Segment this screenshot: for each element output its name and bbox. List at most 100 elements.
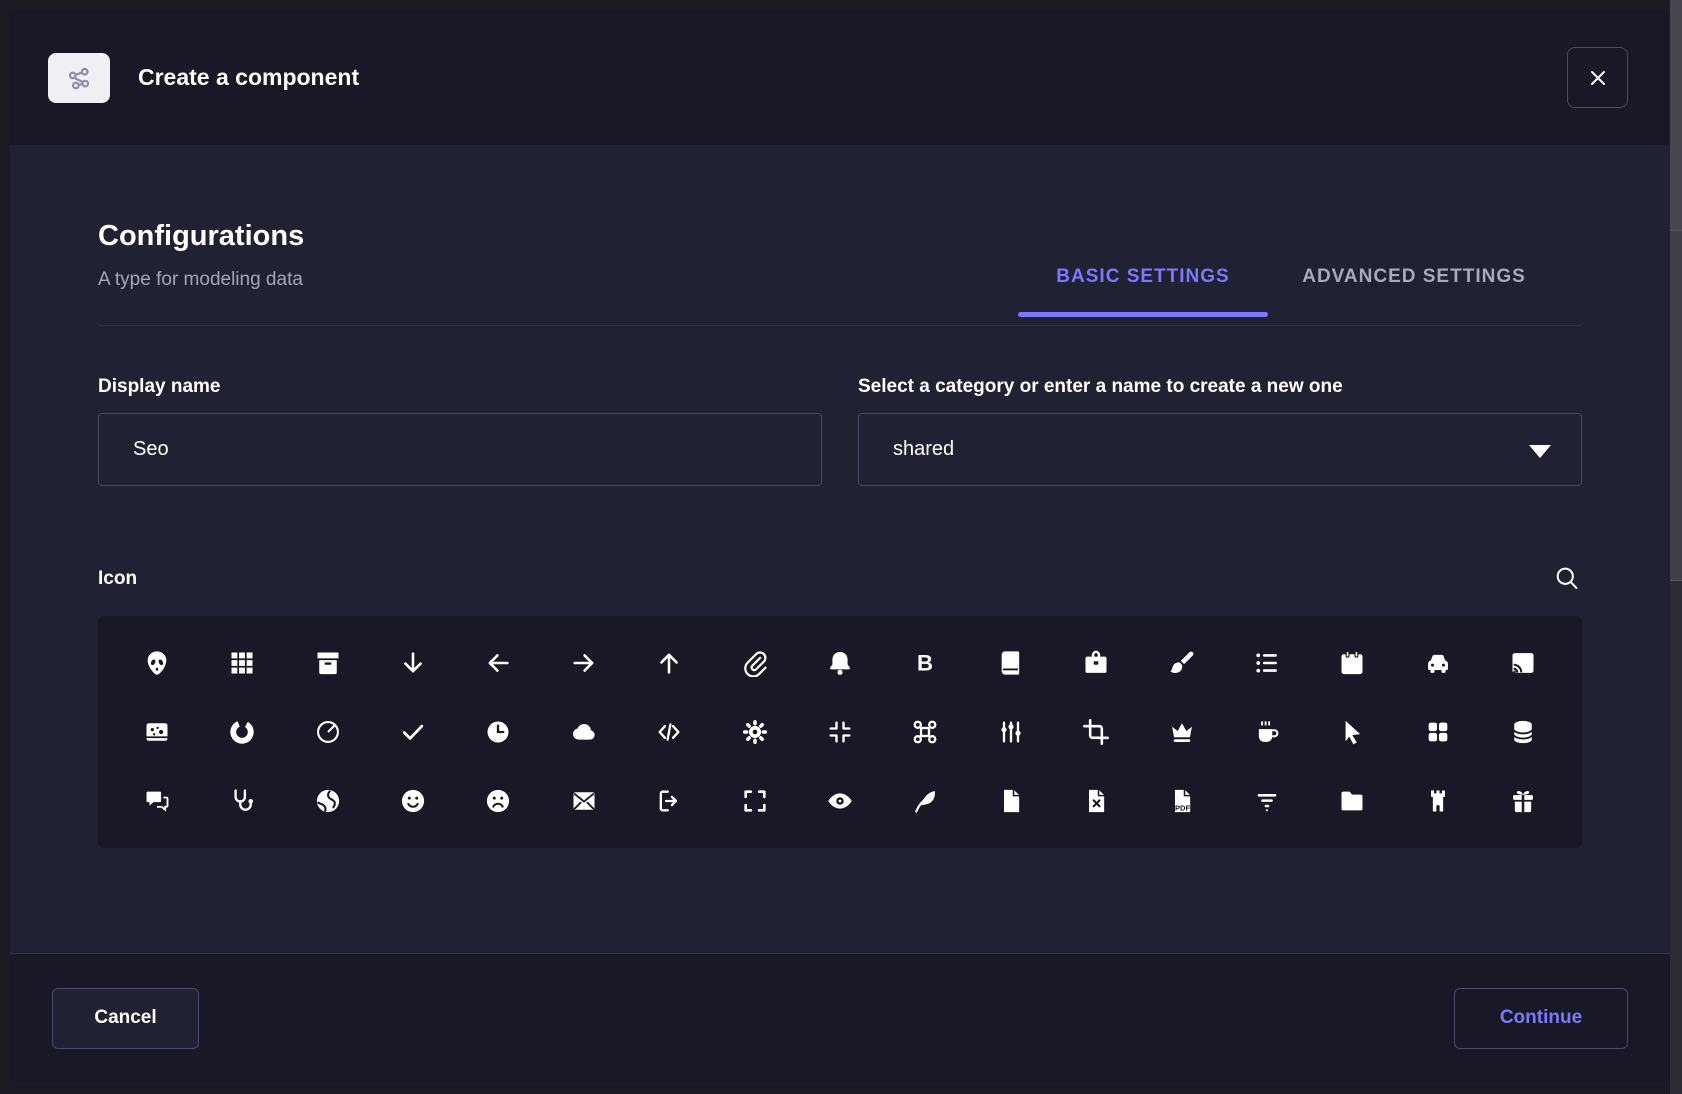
icon-option-cup[interactable]	[1245, 710, 1289, 754]
icon-option-arrow-left[interactable]	[476, 641, 520, 685]
icon-option-command[interactable]	[903, 710, 947, 754]
icon-option-arrow-up[interactable]	[647, 641, 691, 685]
crop-icon	[1082, 718, 1110, 746]
icon-option-file[interactable]	[989, 779, 1033, 823]
icon-option-calendar[interactable]	[1330, 641, 1374, 685]
icon-option-emotion-happy[interactable]	[391, 779, 435, 823]
icon-option-earth[interactable]	[306, 779, 350, 823]
discuss-icon	[143, 787, 171, 815]
file-error-icon	[1082, 787, 1110, 815]
icon-option-gift[interactable]	[1501, 779, 1545, 823]
crown-icon	[1168, 718, 1196, 746]
icon-option-attachment[interactable]	[733, 641, 777, 685]
modal-header: Create a component	[10, 10, 1670, 145]
tab-basic-settings[interactable]: BASIC SETTINGS	[1018, 266, 1268, 317]
component-icon	[64, 63, 94, 93]
icon-option-car[interactable]	[1416, 641, 1460, 685]
icon-option-cog[interactable]	[733, 710, 777, 754]
cog-icon	[741, 718, 769, 746]
icon-option-feather[interactable]	[903, 779, 947, 823]
icon-option-cloud[interactable]	[562, 710, 606, 754]
icon-option-emotion-unhappy[interactable]	[476, 779, 520, 823]
arrow-left-icon	[484, 649, 512, 677]
icon-option-file-error[interactable]	[1074, 779, 1118, 823]
form: Display name Select a category or enter …	[98, 376, 1582, 486]
icon-option-bullet-list[interactable]	[1245, 641, 1289, 685]
cancel-button[interactable]: Cancel	[52, 988, 199, 1049]
icon-option-book[interactable]	[989, 641, 1033, 685]
icon-option-chart-circle[interactable]	[220, 710, 264, 754]
icon-option-envelop[interactable]	[562, 779, 606, 823]
page-title: Configurations	[98, 218, 1582, 254]
dashboard-icon	[1424, 718, 1452, 746]
icon-option-bold[interactable]: B	[903, 641, 947, 685]
cloud-icon	[570, 718, 598, 746]
icon-option-filter[interactable]	[1245, 779, 1289, 823]
category-select[interactable]: shared	[858, 413, 1582, 486]
modal-body: Configurations A type for modeling data …	[10, 145, 1670, 953]
emotion-happy-icon	[399, 787, 427, 815]
icon-option-connector[interactable]	[989, 710, 1033, 754]
icon-option-code[interactable]	[647, 710, 691, 754]
feather-icon	[911, 787, 939, 815]
icon-option-folder[interactable]	[1330, 779, 1374, 823]
folder-icon	[1338, 787, 1366, 815]
icon-option-crop[interactable]	[1074, 710, 1118, 754]
icon-option-expand[interactable]	[733, 779, 777, 823]
arrow-up-icon	[655, 649, 683, 677]
archive-icon	[314, 649, 342, 677]
calendar-icon	[1338, 649, 1366, 677]
icon-section-label: Icon	[98, 568, 137, 590]
car-icon	[1424, 649, 1452, 677]
bell-icon	[826, 649, 854, 677]
chart-pie-icon	[314, 718, 342, 746]
icon-option-chart-pie[interactable]	[306, 710, 350, 754]
arrow-right-icon	[570, 649, 598, 677]
doctor-icon	[228, 787, 256, 815]
icon-option-bell[interactable]	[818, 641, 862, 685]
header-divider	[98, 325, 1582, 326]
continue-button[interactable]: Continue	[1454, 988, 1628, 1049]
icon-option-alien[interactable]	[135, 641, 179, 685]
collapse-icon	[826, 718, 854, 746]
icon-option-crown[interactable]	[1160, 710, 1204, 754]
tab-advanced-settings[interactable]: ADVANCED SETTINGS	[1298, 266, 1530, 317]
icon-option-file-pdf[interactable]: PDF	[1160, 779, 1204, 823]
apps-icon	[228, 649, 256, 677]
eye-icon	[826, 787, 854, 815]
icon-option-cursor[interactable]	[1330, 710, 1374, 754]
icon-option-cast[interactable]	[1501, 641, 1545, 685]
icon-search-button[interactable]	[1552, 564, 1582, 594]
display-name-label: Display name	[98, 376, 822, 398]
icon-option-apps[interactable]	[220, 641, 264, 685]
icon-option-collapse[interactable]	[818, 710, 862, 754]
icon-option-doctor[interactable]	[220, 779, 264, 823]
page-background-edge	[1670, 0, 1682, 1094]
cup-icon	[1253, 718, 1281, 746]
icon-option-gate[interactable]	[1416, 779, 1460, 823]
icon-option-chart-bubble[interactable]	[135, 710, 179, 754]
icon-option-clock[interactable]	[476, 710, 520, 754]
gate-icon	[1424, 787, 1452, 815]
icon-option-brush[interactable]	[1160, 641, 1204, 685]
close-button[interactable]	[1567, 47, 1628, 108]
icon-option-discuss[interactable]	[135, 779, 179, 823]
icon-option-briefcase[interactable]	[1074, 641, 1118, 685]
display-name-input[interactable]	[98, 413, 822, 486]
icon-option-dashboard[interactable]	[1416, 710, 1460, 754]
icon-option-check[interactable]	[391, 710, 435, 754]
icon-option-exit[interactable]	[647, 779, 691, 823]
icon-option-database[interactable]	[1501, 710, 1545, 754]
arrow-down-icon	[399, 649, 427, 677]
icon-option-arrow-right[interactable]	[562, 641, 606, 685]
modal-footer: Cancel Continue	[10, 953, 1670, 1082]
earth-icon	[314, 787, 342, 815]
icon-option-eye[interactable]	[818, 779, 862, 823]
cursor-icon	[1338, 718, 1366, 746]
database-icon	[1509, 718, 1537, 746]
chevron-down-icon	[1529, 445, 1551, 458]
file-icon	[997, 787, 1025, 815]
icon-option-archive[interactable]	[306, 641, 350, 685]
icon-option-arrow-down[interactable]	[391, 641, 435, 685]
filter-icon	[1253, 787, 1281, 815]
